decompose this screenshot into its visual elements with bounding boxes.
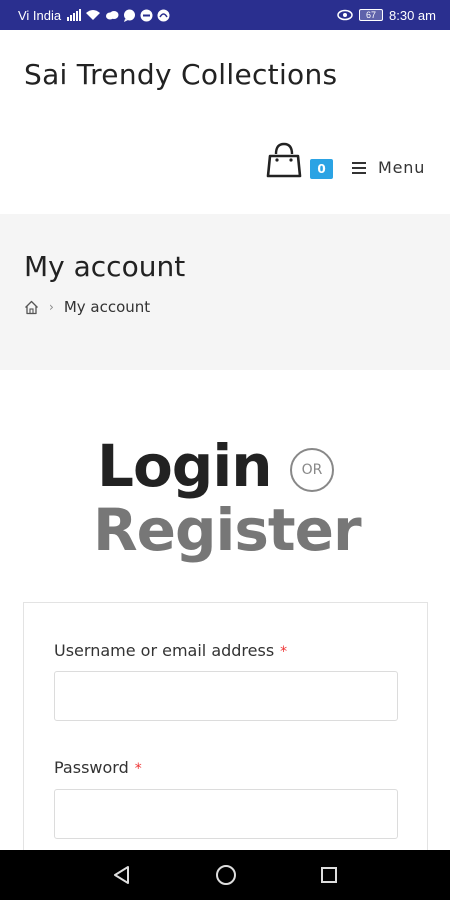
message-icon [140, 9, 153, 21]
back-icon[interactable] [112, 865, 132, 885]
menu-button[interactable]: Menu [352, 158, 425, 177]
password-label-text: Password [54, 758, 129, 777]
wifi-icon [86, 10, 101, 20]
password-input[interactable] [54, 789, 398, 839]
hamburger-icon [352, 161, 366, 174]
status-bar: Vi India 67 8:30 am [0, 0, 450, 30]
clock: 8:30 am [389, 7, 436, 23]
password-label: Password * [54, 758, 142, 777]
cart-button[interactable]: 0 [266, 142, 336, 182]
status-icons [67, 9, 170, 22]
username-required-mark: * [280, 644, 288, 660]
eye-icon [337, 9, 353, 21]
or-badge: OR [290, 448, 334, 492]
home-icon[interactable] [24, 300, 39, 315]
home-nav-icon[interactable] [215, 864, 237, 886]
site-title[interactable]: Sai Trendy Collections [24, 58, 337, 91]
menu-label: Menu [378, 158, 426, 177]
login-heading: Login [97, 432, 272, 500]
shopping-bag-icon [266, 142, 302, 178]
password-required-mark: * [134, 761, 142, 777]
breadcrumb-separator-icon: › [49, 300, 54, 314]
username-label-text: Username or email address [54, 641, 275, 660]
cloud-icon [106, 11, 119, 20]
recents-icon[interactable] [320, 866, 338, 884]
breadcrumb-current: My account [63, 298, 151, 316]
page-title: My account [24, 250, 186, 283]
chat-icon [124, 9, 136, 22]
breadcrumb: › My account [24, 298, 150, 316]
register-heading: Register [93, 496, 362, 564]
system-navigation-bar [0, 850, 450, 900]
battery-indicator: 67 [359, 9, 384, 21]
login-form: Username or email address * Password * [23, 602, 428, 862]
app-icon [157, 9, 170, 21]
status-right: 67 8:30 am [337, 8, 436, 23]
page-header: My account › My account [0, 214, 450, 370]
carrier-label: Vi India [18, 7, 62, 23]
username-input[interactable] [54, 671, 398, 721]
status-left: Vi India [18, 8, 170, 23]
username-label: Username or email address * [54, 641, 287, 660]
signal-icon [67, 9, 82, 21]
cart-count-badge: 0 [310, 159, 333, 179]
login-register-heading: Login OR Register [0, 432, 450, 564]
